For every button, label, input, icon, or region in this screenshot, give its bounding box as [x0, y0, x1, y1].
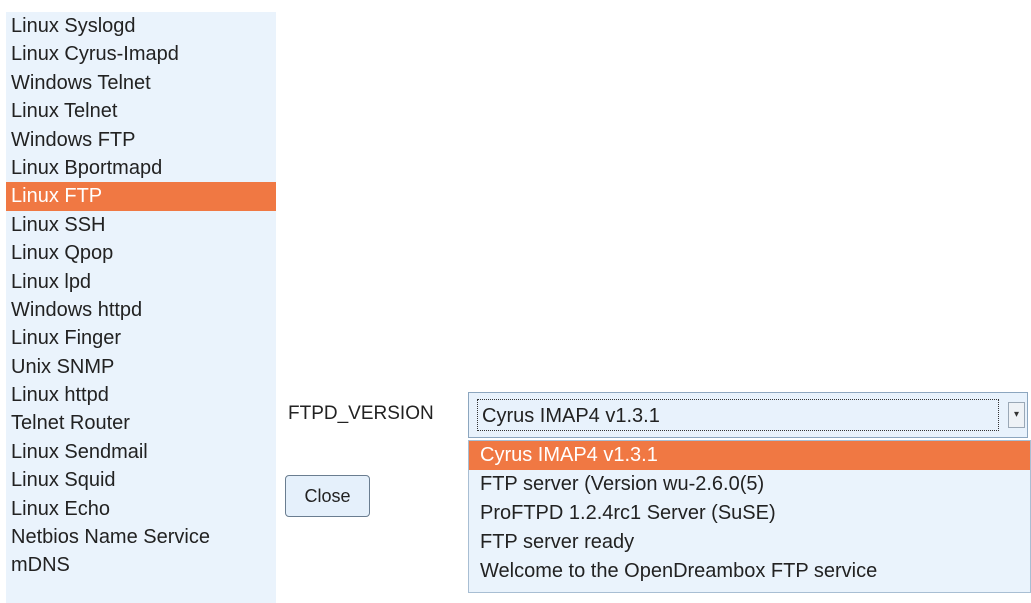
service-item[interactable]: Linux Telnet [6, 97, 276, 125]
service-item[interactable]: Linux Cyrus-Imapd [6, 40, 276, 68]
service-item[interactable]: Windows Telnet [6, 69, 276, 97]
ftpd-version-dropdown[interactable]: Cyrus IMAP4 v1.3.1 FTP server (Version w… [468, 440, 1031, 593]
close-button[interactable]: Close [285, 475, 370, 517]
service-item[interactable]: Netbios Name Service [6, 523, 276, 551]
service-item[interactable]: Linux Syslogd [6, 12, 276, 40]
service-list[interactable]: Linux Syslogd Linux Cyrus-Imapd Windows … [6, 12, 276, 603]
ftpd-version-value: Cyrus IMAP4 v1.3.1 [477, 399, 999, 431]
dropdown-option[interactable]: Welcome to the OpenDreambox FTP service [469, 557, 1030, 586]
service-item[interactable]: Linux Sendmail [6, 438, 276, 466]
ftpd-version-select[interactable]: Cyrus IMAP4 v1.3.1 ▾ [468, 392, 1028, 438]
service-item[interactable]: mDNS [6, 551, 276, 579]
service-item[interactable]: Linux Squid [6, 466, 276, 494]
service-item[interactable]: Telnet Router [6, 409, 276, 437]
service-item[interactable]: Linux Finger [6, 324, 276, 352]
service-item[interactable]: Linux lpd [6, 268, 276, 296]
ftpd-version-label: FTPD_VERSION [288, 403, 434, 424]
service-item[interactable]: Windows FTP [6, 126, 276, 154]
service-item[interactable]: Linux Qpop [6, 239, 276, 267]
service-item[interactable]: Linux Bportmapd [6, 154, 276, 182]
service-item[interactable]: Linux Echo [6, 495, 276, 523]
dropdown-option-highlighted[interactable]: Cyrus IMAP4 v1.3.1 [469, 441, 1030, 470]
service-item[interactable]: Windows httpd [6, 296, 276, 324]
service-item[interactable]: Linux httpd [6, 381, 276, 409]
service-item-selected[interactable]: Linux FTP [6, 182, 276, 211]
dropdown-option[interactable]: FTP server (Version wu-2.6.0(5) [469, 470, 1030, 499]
dropdown-option[interactable]: ProFTPD 1.2.4rc1 Server (SuSE) [469, 499, 1030, 528]
chevron-down-icon[interactable]: ▾ [1008, 402, 1025, 428]
service-item[interactable]: Unix SNMP [6, 353, 276, 381]
dropdown-option[interactable]: FTP server ready [469, 528, 1030, 557]
service-item[interactable]: Linux SSH [6, 211, 276, 239]
